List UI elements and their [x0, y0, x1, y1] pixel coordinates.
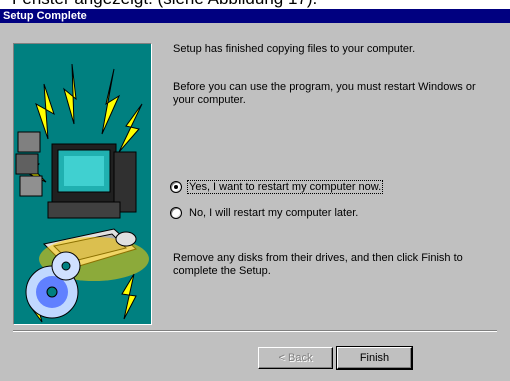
remove-disks-message: Remove any disks from their drives, and …	[173, 252, 463, 277]
finish-button[interactable]: Finish	[336, 346, 413, 370]
dialog-title: Setup Complete	[3, 10, 87, 22]
back-button[interactable]: < Back	[258, 347, 333, 369]
radio-button-selected[interactable]	[170, 181, 182, 193]
restart-later-label[interactable]: No, I will restart my computer later.	[188, 207, 359, 219]
restart-later-option[interactable]: No, I will restart my computer later.	[170, 205, 359, 221]
computer-illustration-icon	[14, 44, 151, 324]
restart-now-label[interactable]: Yes, I want to restart my computer now.	[186, 180, 384, 194]
setup-complete-dialog: Setup Complete Setup has finished copyin…	[0, 9, 510, 381]
button-separator	[13, 330, 497, 332]
radio-button[interactable]	[170, 207, 182, 219]
dialog-title-bar[interactable]: Setup Complete	[0, 9, 510, 23]
restart-required-message: Before you can use the program, you must…	[173, 81, 476, 106]
document-caption-fragment: Fenster angezeigt. (siehe Abbildung 17).	[0, 0, 510, 9]
document-caption-text: Fenster angezeigt. (siehe Abbildung 17).	[12, 0, 317, 9]
copy-finished-message: Setup has finished copying files to your…	[173, 43, 416, 55]
restart-now-option[interactable]: Yes, I want to restart my computer now.	[170, 179, 384, 195]
setup-illustration	[13, 43, 152, 325]
